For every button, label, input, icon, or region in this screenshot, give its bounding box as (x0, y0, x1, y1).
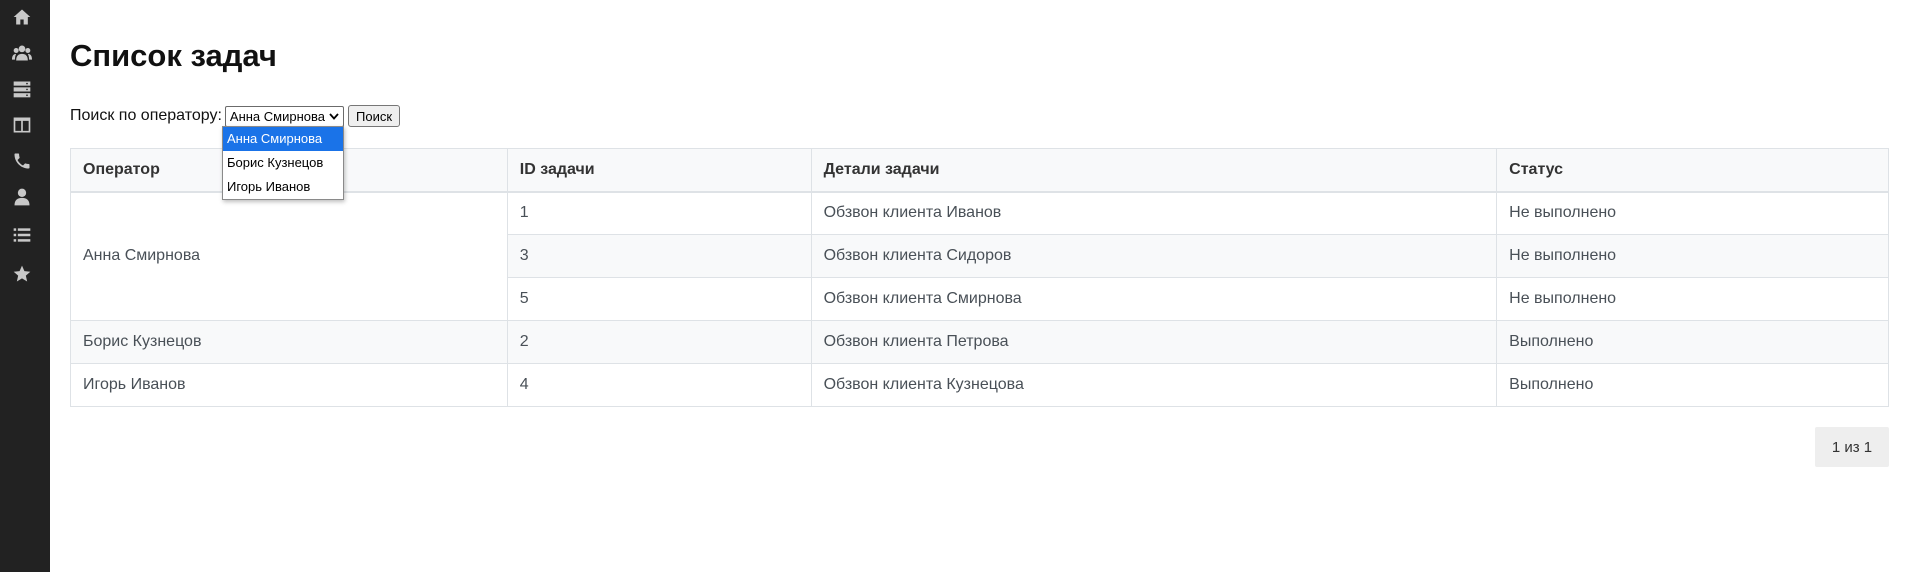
task-details-cell: Обзвон клиента Сидоров (810, 234, 1498, 278)
search-label: Поиск по оператору: (70, 107, 222, 124)
dropdown-option[interactable]: Игорь Иванов (223, 175, 343, 199)
task-status-cell: Не выполнено (1496, 277, 1889, 321)
search-row: Поиск по оператору: Анна Смирнова Поиск (70, 104, 401, 128)
pagination-indicator: 1 из 1 (1815, 427, 1889, 467)
home-icon[interactable] (11, 6, 33, 28)
search-button[interactable]: Поиск (348, 105, 401, 127)
user-icon[interactable] (11, 186, 33, 208)
task-status-cell: Не выполнено (1496, 234, 1889, 278)
star-icon[interactable] (11, 263, 33, 285)
task-details-cell: Обзвон клиента Петрова (810, 320, 1498, 364)
task-id-cell: 3 (506, 234, 812, 278)
task-details-cell: Обзвон клиента Кузнецова (810, 363, 1498, 407)
column-header-task-details: Детали задачи (810, 148, 1498, 193)
dropdown-option[interactable]: Анна Смирнова (223, 127, 343, 151)
page-title: Список задач (70, 38, 277, 73)
task-details-cell: Обзвон клиента Иванов (810, 191, 1498, 235)
operator-select-value: Анна Смирнова (229, 108, 325, 124)
table-row: Игорь Иванов 4 Обзвон клиента Кузнецова … (70, 363, 1889, 407)
operator-dropdown-list: Анна Смирнова Борис Кузнецов Игорь Ивано… (222, 126, 344, 200)
task-id-cell: 4 (506, 363, 812, 407)
columns-icon[interactable] (11, 114, 33, 136)
operator-cell: Игорь Иванов (70, 363, 508, 407)
operator-select[interactable]: Анна Смирнова (224, 105, 344, 127)
task-details-cell: Обзвон клиента Смирнова (810, 277, 1498, 321)
table-row: Борис Кузнецов 2 Обзвон клиента Петрова … (70, 320, 1889, 364)
list-icon[interactable] (11, 224, 33, 246)
operator-cell: Борис Кузнецов (70, 320, 508, 364)
phone-icon[interactable] (11, 150, 33, 172)
task-status-cell: Не выполнено (1496, 191, 1889, 235)
task-status-cell: Выполнено (1496, 363, 1889, 407)
column-header-task-id: ID задачи (506, 148, 812, 193)
operator-cell: Анна Смирнова (70, 191, 508, 321)
users-icon[interactable] (11, 42, 33, 64)
task-status-cell: Выполнено (1496, 320, 1889, 364)
dropdown-option[interactable]: Борис Кузнецов (223, 151, 343, 175)
column-header-status: Статус (1496, 148, 1889, 193)
task-id-cell: 1 (506, 191, 812, 235)
sidebar (0, 0, 50, 572)
task-id-cell: 2 (506, 320, 812, 364)
chevron-down-icon (329, 113, 339, 120)
server-icon[interactable] (11, 78, 33, 100)
task-id-cell: 5 (506, 277, 812, 321)
